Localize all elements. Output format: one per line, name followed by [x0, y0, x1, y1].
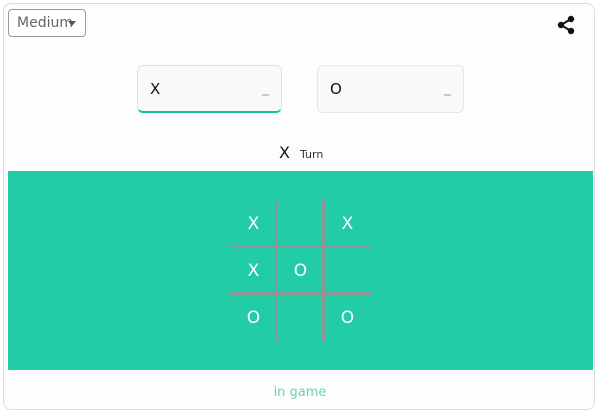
player-x-score: _ [262, 80, 269, 96]
board-cell[interactable] [324, 247, 371, 294]
player-o-symbol: O [330, 80, 342, 98]
board-cell[interactable]: O [230, 294, 277, 341]
share-icon[interactable] [556, 15, 576, 35]
difficulty-select[interactable]: Medium [8, 9, 86, 37]
grid-line [230, 292, 371, 295]
turn-symbol: X [279, 143, 290, 162]
game-board: X X X O O O [230, 200, 371, 341]
player-x-card: X _ [137, 65, 282, 113]
game-status: in game [273, 385, 327, 400]
board-cell[interactable]: O [277, 247, 324, 294]
grid-line [230, 245, 371, 248]
difficulty-value: Medium [17, 15, 73, 31]
player-x-symbol: X [150, 80, 161, 98]
board-cell[interactable]: X [230, 200, 277, 247]
player-o-score: _ [444, 80, 451, 96]
turn-indicator: X Turn [279, 143, 323, 162]
board-cell[interactable]: X [230, 247, 277, 294]
grid-line [322, 200, 325, 341]
board-cell[interactable]: X [324, 200, 371, 247]
grid-line [275, 200, 278, 341]
board-cell[interactable]: O [324, 294, 371, 341]
turn-label: Turn [299, 148, 324, 161]
board-cell[interactable] [277, 200, 324, 247]
caret-down-icon [68, 21, 76, 26]
player-o-card: O _ [317, 65, 464, 113]
board-cell[interactable] [277, 294, 324, 341]
